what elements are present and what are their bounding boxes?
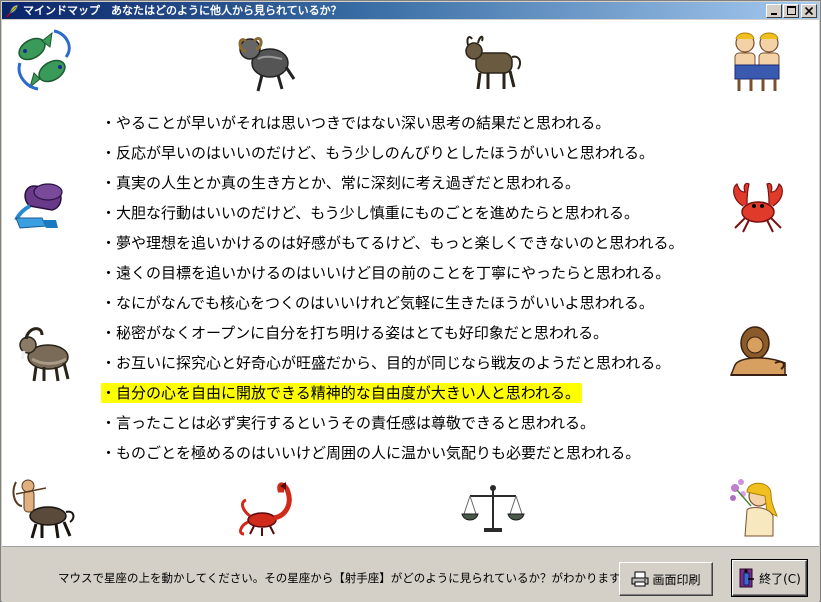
taurus-icon[interactable] bbox=[460, 29, 526, 93]
virgo-icon[interactable] bbox=[725, 476, 791, 540]
capricorn-icon[interactable] bbox=[12, 321, 78, 385]
list-item: ・真実の人生とか真の生き方とか、常に深刻に考え過ぎだと思われる。 bbox=[101, 174, 580, 192]
footer-panel: マウスで星座の上を動かしてください。その星座から【射手座】がどのように見られてい… bbox=[2, 546, 819, 602]
maximize-button[interactable] bbox=[783, 3, 799, 18]
app-feather-icon bbox=[6, 4, 19, 17]
content-area: ・やることが早いがそれは思いつきではない深い思考の結果だと思われる。 ・反応が早… bbox=[2, 20, 819, 546]
printer-icon bbox=[631, 571, 649, 587]
minimize-button[interactable] bbox=[766, 3, 782, 18]
sagittarius-icon[interactable] bbox=[12, 476, 78, 540]
list-item: ・大胆な行動はいいのだけど、もう少し慎重にものごとを進めたらと思われる。 bbox=[101, 204, 640, 222]
title-bar[interactable]: マインドマップ あなたはどのように他人から見られているか？ bbox=[2, 2, 819, 19]
list-item: ・遠くの目標を追いかけるのはいいけど目の前のことを丁寧にやったらと思われる。 bbox=[101, 264, 671, 282]
personality-list: ・やることが早いがそれは思いつきではない深い思考の結果だと思われる。 ・反応が早… bbox=[101, 108, 685, 468]
exit-button[interactable]: 終了(C) bbox=[731, 559, 808, 597]
highlighted-list-item: ・自分の心を自由に開放できる精神的な自由度が大きい人と思われる。 bbox=[101, 383, 582, 403]
minimize-icon bbox=[771, 12, 777, 15]
close-icon bbox=[805, 6, 813, 15]
app-window: マインドマップ あなたはどのように他人から見られているか？ ・やることが早いがそ… bbox=[0, 0, 821, 602]
list-item: ・お互いに探究心と好奇心が旺盛だから、目的が同じなら戦友のようだと思われる。 bbox=[101, 354, 671, 372]
aquarius-icon[interactable] bbox=[12, 176, 78, 240]
status-text: マウスで星座の上を動かしてください。その星座から【射手座】がどのように見られてい… bbox=[58, 571, 631, 585]
cancer-icon[interactable] bbox=[725, 176, 791, 240]
title-bar-buttons bbox=[765, 3, 817, 18]
close-button[interactable] bbox=[801, 3, 817, 18]
exit-door-icon bbox=[739, 568, 755, 588]
print-screen-label: 画面印刷 bbox=[652, 572, 701, 587]
list-item: ・やることが早いがそれは思いつきではない深い思考の結果だと思われる。 bbox=[101, 114, 611, 132]
libra-icon[interactable] bbox=[460, 476, 526, 540]
gemini-icon[interactable] bbox=[725, 29, 791, 93]
exit-label: 終了(C) bbox=[759, 571, 801, 586]
maximize-icon bbox=[786, 6, 796, 15]
print-screen-button[interactable]: 画面印刷 bbox=[619, 562, 713, 596]
list-item: ・ものごとを極めるのはいいけど周囲の人に温かい気配りも必要だと思われる。 bbox=[101, 444, 641, 462]
leo-icon[interactable] bbox=[725, 321, 791, 385]
window-title: マインドマップ あなたはどのように他人から見られているか？ bbox=[23, 4, 342, 17]
list-item: ・言ったことは必ず実行するというその責任感は尊敬できると思われる。 bbox=[101, 414, 595, 432]
aries-icon[interactable] bbox=[234, 29, 300, 93]
pisces-icon[interactable] bbox=[12, 29, 78, 93]
list-item: ・なにがなんでも核心をつくのはいいけれど気軽に生きたほうがいいよ思われる。 bbox=[101, 294, 654, 312]
list-item: ・反応が早いのはいいのだけど、もう少しのんびりとしたほうがいいと思われる。 bbox=[101, 144, 655, 162]
list-item: ・夢や理想を追いかけるのは好感がもてるけど、もっと楽しくできないのと思われる。 bbox=[101, 234, 684, 252]
scorpio-icon[interactable] bbox=[234, 476, 300, 540]
list-item: ・秘密がなくオープンに自分を打ち明ける姿はとても好印象だと思われる。 bbox=[101, 324, 609, 342]
